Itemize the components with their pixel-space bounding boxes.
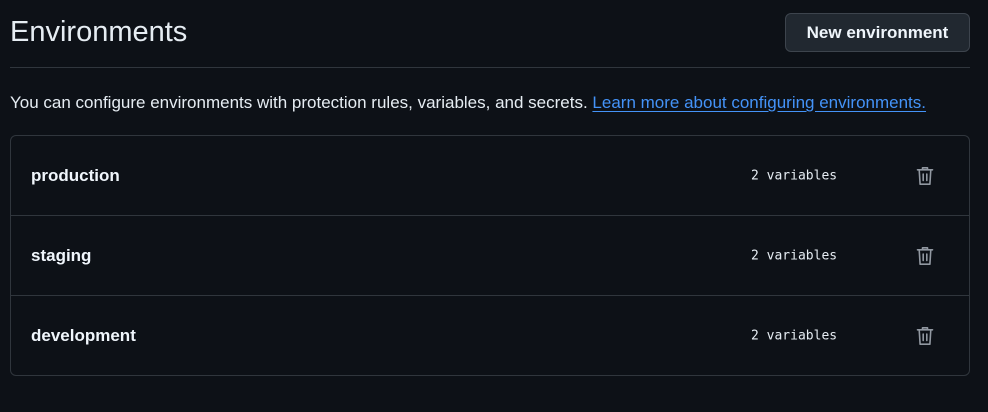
learn-more-link[interactable]: Learn more about configuring environment… [592, 93, 926, 112]
environment-name-link[interactable]: staging [31, 246, 91, 266]
new-environment-button[interactable]: New environment [785, 13, 970, 52]
delete-environment-button[interactable] [909, 160, 941, 192]
trash-icon [916, 166, 934, 186]
page-title: Environments [10, 16, 188, 48]
trash-icon [916, 326, 934, 346]
environment-variables-count: 2 variables [751, 248, 838, 263]
environment-row: development 2 variables [11, 295, 969, 375]
environment-row: production 2 variables [11, 136, 969, 215]
page-description: You can configure environments with prot… [10, 92, 926, 114]
environment-row: staging 2 variables [11, 215, 969, 295]
page-header: Environments New environment [10, 0, 970, 68]
environment-name-link[interactable]: production [31, 166, 120, 186]
delete-environment-button[interactable] [909, 320, 941, 352]
environments-page: Environments New environment You can con… [0, 0, 988, 412]
delete-environment-button[interactable] [909, 240, 941, 272]
environment-name-link[interactable]: development [31, 326, 136, 346]
description-text: You can configure environments with prot… [10, 93, 588, 112]
environment-variables-count: 2 variables [751, 168, 838, 183]
environment-variables-count: 2 variables [751, 328, 838, 343]
environment-list: production 2 variables staging 2 variabl… [10, 135, 970, 376]
trash-icon [916, 246, 934, 266]
